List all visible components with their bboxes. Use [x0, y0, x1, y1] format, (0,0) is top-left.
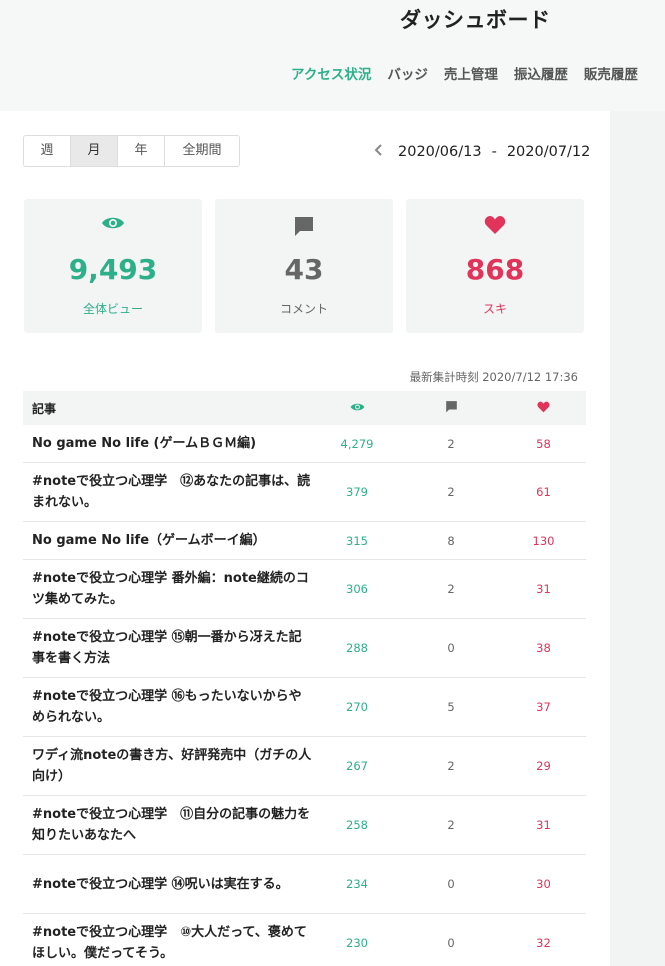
article-likes: 37: [536, 700, 551, 714]
article-likes: 31: [536, 818, 551, 832]
article-views: 267: [346, 759, 368, 773]
article-title[interactable]: #noteで役立つ心理学 ⑪自分の記事の魅力を知りたいあなたへ: [23, 804, 313, 846]
article-likes: 31: [536, 582, 551, 596]
article-views: 230: [346, 936, 368, 950]
article-views: 306: [346, 582, 368, 596]
article-title[interactable]: #noteで役立つ心理学 ⑫あなたの記事は、読まれない。: [23, 471, 313, 513]
likes-label: スキ: [482, 302, 507, 316]
article-title[interactable]: No game No life（ゲームボーイ編）: [23, 530, 313, 551]
article-likes: 130: [532, 533, 555, 548]
table-row[interactable]: No game No life (ゲームＢＧＭ編) 4,279 2 58: [23, 425, 586, 463]
article-comments: 2: [447, 759, 455, 773]
article-title[interactable]: #noteで役立つ心理学 ⑮朝一番から冴えた記事を書く方法: [23, 627, 313, 669]
range-start: 2020/06/13: [398, 143, 482, 160]
article-title[interactable]: #noteで役立つ心理学 番外編：note継続のコツ集めてみた。: [23, 568, 313, 610]
access-panel: 週 月 年 全期間 2020/06/13 - 2020/07/12 9,493 …: [0, 111, 610, 966]
range-separator: -: [491, 143, 497, 160]
article-views: 270: [346, 700, 368, 714]
article-views: 315: [346, 533, 368, 548]
heart-icon: [501, 401, 586, 416]
article-likes: 29: [536, 759, 551, 773]
article-views: 379: [346, 485, 368, 499]
article-comments: 0: [447, 877, 455, 891]
comments-total: 43: [284, 253, 324, 286]
article-title[interactable]: No game No life (ゲームＢＧＭ編): [23, 433, 313, 454]
tab-access-status[interactable]: アクセス状況: [291, 63, 371, 83]
dashboard-nav: アクセス状況 バッジ 売上管理 振込履歴 販売履歴: [291, 63, 638, 83]
article-title[interactable]: #noteで役立つ心理学 ⑭呪いは実在する。: [23, 874, 313, 895]
article-title[interactable]: #noteで役立つ心理学 ⑯もったいないからやめられない。: [23, 686, 313, 728]
articles-table: 記事 No game No life (ゲームＢＧＭ編) 4,279 2 58 …: [23, 391, 586, 966]
article-likes: 61: [536, 485, 551, 499]
column-header-article: 記事: [32, 401, 57, 416]
comment-icon: [215, 215, 393, 237]
article-comments: 8: [447, 533, 455, 548]
article-likes: 30: [536, 877, 551, 891]
range-end: 2020/07/12: [506, 143, 591, 160]
article-likes: 58: [536, 436, 551, 451]
period-selector: 週 月 年 全期間: [23, 135, 240, 167]
views-label: 全体ビュー: [82, 302, 143, 316]
article-views: 234: [346, 877, 368, 891]
article-comments: 2: [447, 818, 455, 832]
period-week-button[interactable]: 週: [24, 136, 71, 166]
article-comments: 0: [447, 936, 455, 950]
chevron-left-icon[interactable]: [374, 142, 384, 161]
page-title: ダッシュボード: [400, 8, 551, 32]
article-comments: 5: [447, 700, 455, 714]
last-updated: 最新集計時刻 2020/7/12 17:36: [409, 370, 578, 384]
period-year-button[interactable]: 年: [118, 136, 165, 166]
period-all-button[interactable]: 全期間: [165, 136, 239, 166]
article-views: 4,279: [340, 436, 374, 451]
tab-transfer-history[interactable]: 振込履歴: [514, 63, 568, 83]
likes-card: 868 スキ: [406, 199, 584, 333]
article-comments: 2: [447, 436, 455, 451]
table-row[interactable]: #noteで役立つ心理学 ⑩大人だって、褒めてほしい。僕だってそう。 230 0…: [23, 914, 586, 966]
heart-icon: [406, 215, 584, 235]
table-row[interactable]: #noteで役立つ心理学 ⑯もったいないからやめられない。 270 5 37: [23, 678, 586, 737]
article-comments: 0: [447, 641, 455, 655]
article-likes: 32: [536, 936, 551, 950]
table-row[interactable]: #noteで役立つ心理学 ⑭呪いは実在する。 234 0 30: [23, 855, 586, 914]
comments-label: コメント: [279, 302, 328, 316]
article-views: 288: [346, 641, 368, 655]
table-row[interactable]: ワディ流noteの書き方、好評発売中（ガチの人向け） 267 2 29: [23, 737, 586, 796]
likes-total: 868: [465, 253, 525, 286]
period-month-button[interactable]: 月: [71, 136, 118, 166]
article-comments: 2: [447, 485, 455, 499]
tab-sales-management[interactable]: 売上管理: [444, 63, 498, 83]
table-row[interactable]: #noteで役立つ心理学 ⑪自分の記事の魅力を知りたいあなたへ 258 2 31: [23, 796, 586, 855]
tab-sales-history[interactable]: 販売履歴: [584, 63, 638, 83]
eye-icon: [313, 401, 401, 415]
date-range: 2020/06/13 - 2020/07/12: [374, 142, 590, 161]
table-header: 記事: [23, 391, 586, 425]
table-row[interactable]: #noteで役立つ心理学 ⑫あなたの記事は、読まれない。 379 2 61: [23, 463, 586, 522]
views-total: 9,493: [68, 253, 158, 286]
side-margin: [610, 111, 665, 966]
article-comments: 2: [447, 582, 455, 596]
article-views: 258: [346, 818, 368, 832]
table-row[interactable]: #noteで役立つ心理学 ⑮朝一番から冴えた記事を書く方法 288 0 38: [23, 619, 586, 678]
article-title[interactable]: ワディ流noteの書き方、好評発売中（ガチの人向け）: [23, 745, 313, 787]
table-row[interactable]: No game No life（ゲームボーイ編） 315 8 130: [23, 522, 586, 560]
comment-icon: [401, 400, 501, 416]
eye-icon: [24, 215, 202, 231]
article-title[interactable]: #noteで役立つ心理学 ⑩大人だって、褒めてほしい。僕だってそう。: [23, 922, 313, 964]
table-row[interactable]: #noteで役立つ心理学 番外編：note継続のコツ集めてみた。 306 2 3…: [23, 560, 586, 619]
views-card: 9,493 全体ビュー: [24, 199, 202, 333]
article-likes: 38: [536, 641, 551, 655]
tab-badges[interactable]: バッジ: [387, 63, 428, 83]
comments-card: 43 コメント: [215, 199, 393, 333]
